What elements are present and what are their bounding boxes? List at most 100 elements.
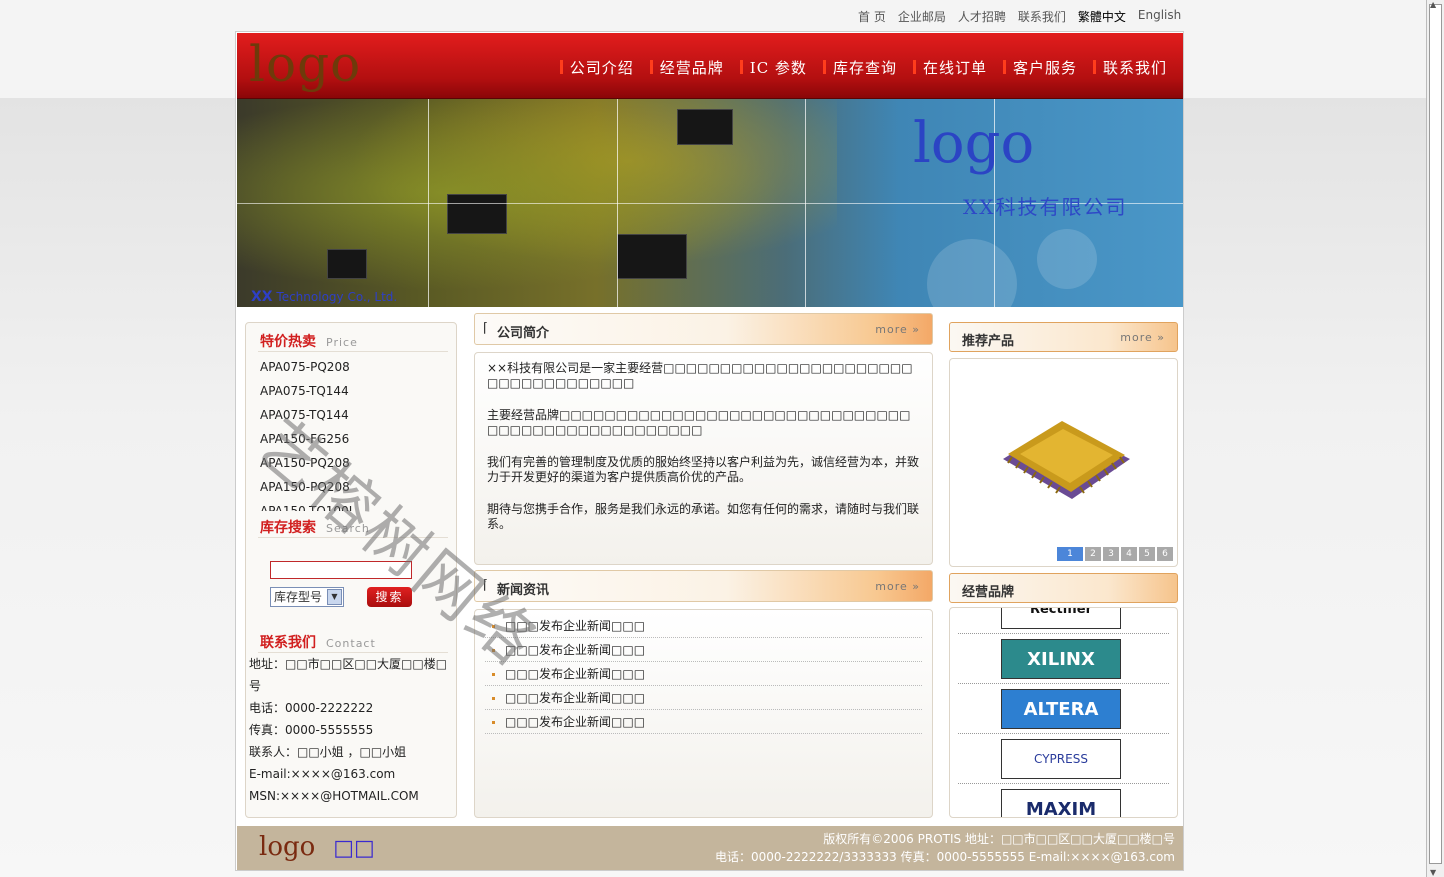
contact-subtitle: Contact bbox=[326, 637, 376, 650]
bubble-graphic bbox=[1037, 229, 1097, 289]
news-more-link[interactable]: more » bbox=[875, 580, 920, 593]
ic-chip-image[interactable] bbox=[950, 359, 1179, 539]
page-button[interactable]: 1 bbox=[1057, 547, 1083, 561]
nav-item-ic-params[interactable]: IC 参数 bbox=[739, 57, 817, 78]
chip-graphic bbox=[447, 194, 507, 234]
about-header: ⌈ 公司简介 more » bbox=[474, 313, 933, 345]
contact-person: 联系人：□□小姐 ，□□小姐 bbox=[249, 745, 407, 759]
news-more-text: more bbox=[875, 580, 908, 593]
page-container: logo 公司介绍 经营品牌 IC 参数 库存查询 在线订单 客户服务 联系我们… bbox=[235, 31, 1184, 871]
nav-item-about[interactable]: 公司介绍 bbox=[559, 57, 644, 78]
contact-email: E-mail:××××@163.com bbox=[249, 767, 396, 781]
news-item[interactable]: □□□发布企业新闻□□□ bbox=[485, 638, 922, 662]
rectifier-logo[interactable]: Rectifier bbox=[1001, 608, 1121, 629]
price-item[interactable]: APA075-TQ144 bbox=[260, 379, 450, 403]
nav-item-stock[interactable]: 库存查询 bbox=[822, 57, 907, 78]
top-link-traditional[interactable]: 繁體中文 bbox=[1078, 8, 1126, 25]
news-list: □□□发布企业新闻□□□ □□□发布企业新闻□□□ □□□发布企业新闻□□□ □… bbox=[474, 609, 933, 818]
news-item[interactable]: □□□发布企业新闻□□□ bbox=[485, 710, 922, 734]
maxim-logo[interactable]: MAXIM bbox=[1001, 789, 1121, 817]
price-item[interactable]: APA075-TQ144 bbox=[260, 403, 450, 427]
nav-item-brands[interactable]: 经营品牌 bbox=[649, 57, 734, 78]
page-button[interactable]: 3 bbox=[1103, 547, 1119, 561]
about-content: ××科技有限公司是一家主要经营□□□□□□□□□□□□□□□□□□□□□□□□□… bbox=[474, 352, 933, 565]
news-item[interactable]: □□□发布企业新闻□□□ bbox=[485, 614, 922, 638]
main-nav: 公司介绍 经营品牌 IC 参数 库存查询 在线订单 客户服务 联系我们 bbox=[559, 57, 1177, 78]
top-link-contact[interactable]: 联系我们 bbox=[1018, 8, 1066, 25]
recommend-title: 推荐产品 bbox=[962, 334, 1015, 349]
footer-logo: logo □□ bbox=[259, 832, 375, 862]
footer-contact: 电话：0000-2222222/3333333 传真：0000-5555555 … bbox=[715, 850, 1175, 864]
nav-item-contact[interactable]: 联系我们 bbox=[1092, 57, 1177, 78]
price-title: 特价热卖 Price bbox=[260, 331, 358, 351]
price-item[interactable]: APA075-PQ208 bbox=[260, 355, 450, 379]
about-more-text: more bbox=[875, 323, 908, 336]
page-button[interactable]: 4 bbox=[1121, 547, 1137, 561]
brand-item[interactable]: ALTERA bbox=[958, 684, 1169, 734]
top-link-home[interactable]: 首 页 bbox=[858, 8, 886, 25]
top-link-jobs[interactable]: 人才招聘 bbox=[958, 8, 1006, 25]
contact-address: 地址：□□市□□区□□大厦□□楼□号 bbox=[249, 657, 448, 693]
price-subtitle: Price bbox=[326, 336, 358, 349]
footer-logo-text: logo bbox=[259, 832, 316, 862]
recommend-more-link[interactable]: more » bbox=[1120, 331, 1165, 344]
scrollbar-thumb[interactable] bbox=[1429, 4, 1442, 864]
header-logo[interactable]: logo bbox=[249, 35, 361, 93]
nav-item-service[interactable]: 客户服务 bbox=[1002, 57, 1087, 78]
bracket-icon: ⌈ bbox=[483, 321, 489, 336]
contact-fax: 传真：0000-5555555 bbox=[249, 723, 374, 737]
footer-info: 版权所有©2006 PROTIS 地址：□□市□□区□□大厦□□楼□号 电话：0… bbox=[715, 830, 1175, 866]
page-button[interactable]: 2 bbox=[1085, 547, 1101, 561]
nav-item-order[interactable]: 在线订单 bbox=[912, 57, 997, 78]
search-button[interactable]: 搜索 bbox=[367, 587, 412, 607]
price-item[interactable]: APA150-FG256 bbox=[260, 427, 450, 451]
brand-item[interactable]: Rectifier bbox=[958, 608, 1169, 634]
scroll-down-icon[interactable]: ▼ bbox=[1430, 868, 1436, 877]
page-button[interactable]: 5 bbox=[1139, 547, 1155, 561]
footer-copyright: 版权所有©2006 PROTIS 地址：□□市□□区□□大厦□□楼□号 bbox=[823, 832, 1175, 846]
recommend-header: 推荐产品 more » bbox=[949, 322, 1178, 352]
brand-item[interactable]: XILINX bbox=[958, 634, 1169, 684]
brand-item[interactable]: MAXIM bbox=[958, 784, 1169, 817]
banner-en-rest: Technology Co., Ltd. bbox=[272, 290, 398, 304]
cypress-logo[interactable]: CYPRESS bbox=[1001, 739, 1121, 779]
chevron-down-icon[interactable]: ▼ bbox=[327, 589, 342, 605]
chip-graphic bbox=[327, 249, 367, 279]
page-button[interactable]: 6 bbox=[1157, 547, 1173, 561]
contact-msn: MSN:××××@HOTMAIL.COM bbox=[249, 789, 419, 803]
brands-title: 经营品牌 bbox=[962, 585, 1015, 600]
price-item[interactable]: APA150-PQ208 bbox=[260, 451, 450, 475]
altera-logo[interactable]: ALTERA bbox=[1001, 689, 1121, 729]
banner-image: logo XX科技有限公司 XX Technology Co., Ltd. bbox=[237, 99, 1183, 307]
about-paragraph: 我们有完善的管理制度及优质的服始终坚持以客户利益为先，诚信经营为本，并致力于开发… bbox=[487, 455, 920, 484]
about-title: 公司简介 bbox=[497, 326, 550, 341]
top-link-english[interactable]: English bbox=[1138, 8, 1181, 25]
news-item[interactable]: □□□发布企业新闻□□□ bbox=[485, 662, 922, 686]
recommend-product-box: 1 2 3 4 5 6 bbox=[949, 358, 1178, 567]
search-title: 库存搜索 Search bbox=[260, 517, 370, 537]
contact-phone: 电话：0000-2222222 bbox=[249, 701, 374, 715]
about-more-link[interactable]: more » bbox=[875, 323, 920, 336]
divider bbox=[258, 537, 448, 538]
price-item[interactable]: APA150-TQ100I bbox=[260, 499, 450, 511]
scroll-up-icon[interactable]: ▲ bbox=[1430, 0, 1436, 9]
header: logo 公司介绍 经营品牌 IC 参数 库存查询 在线订单 客户服务 联系我们 bbox=[237, 33, 1183, 99]
vertical-scrollbar[interactable]: ▲ ▼ bbox=[1426, 0, 1444, 877]
product-pager: 1 2 3 4 5 6 bbox=[1057, 547, 1173, 561]
bracket-icon: ⌈ bbox=[483, 578, 489, 593]
footer: logo □□ 版权所有©2006 PROTIS 地址：□□市□□区□□大厦□□楼… bbox=[237, 826, 1183, 870]
brand-item[interactable]: CYPRESS bbox=[958, 734, 1169, 784]
double-chevron-icon: » bbox=[912, 580, 920, 593]
search-subtitle: Search bbox=[326, 522, 370, 535]
about-paragraph: 主要经营品牌□□□□□□□□□□□□□□□□□□□□□□□□□□□□□□□□□□… bbox=[487, 408, 911, 437]
news-item[interactable]: □□□发布企业新闻□□□ bbox=[485, 686, 922, 710]
news-title: 新闻资讯 bbox=[497, 583, 550, 598]
stock-search-input[interactable] bbox=[270, 561, 412, 579]
top-link-mail[interactable]: 企业邮局 bbox=[898, 8, 946, 25]
banner-company-name: XX科技有限公司 bbox=[963, 195, 1128, 219]
price-item[interactable]: APA150-PQ208 bbox=[260, 475, 450, 499]
banner-logo: logo bbox=[913, 111, 1035, 176]
xilinx-logo[interactable]: XILINX bbox=[1001, 639, 1121, 679]
banner-english-name: XX Technology Co., Ltd. bbox=[251, 289, 397, 305]
search-type-select[interactable]: 库存型号 ▼ bbox=[270, 587, 344, 607]
